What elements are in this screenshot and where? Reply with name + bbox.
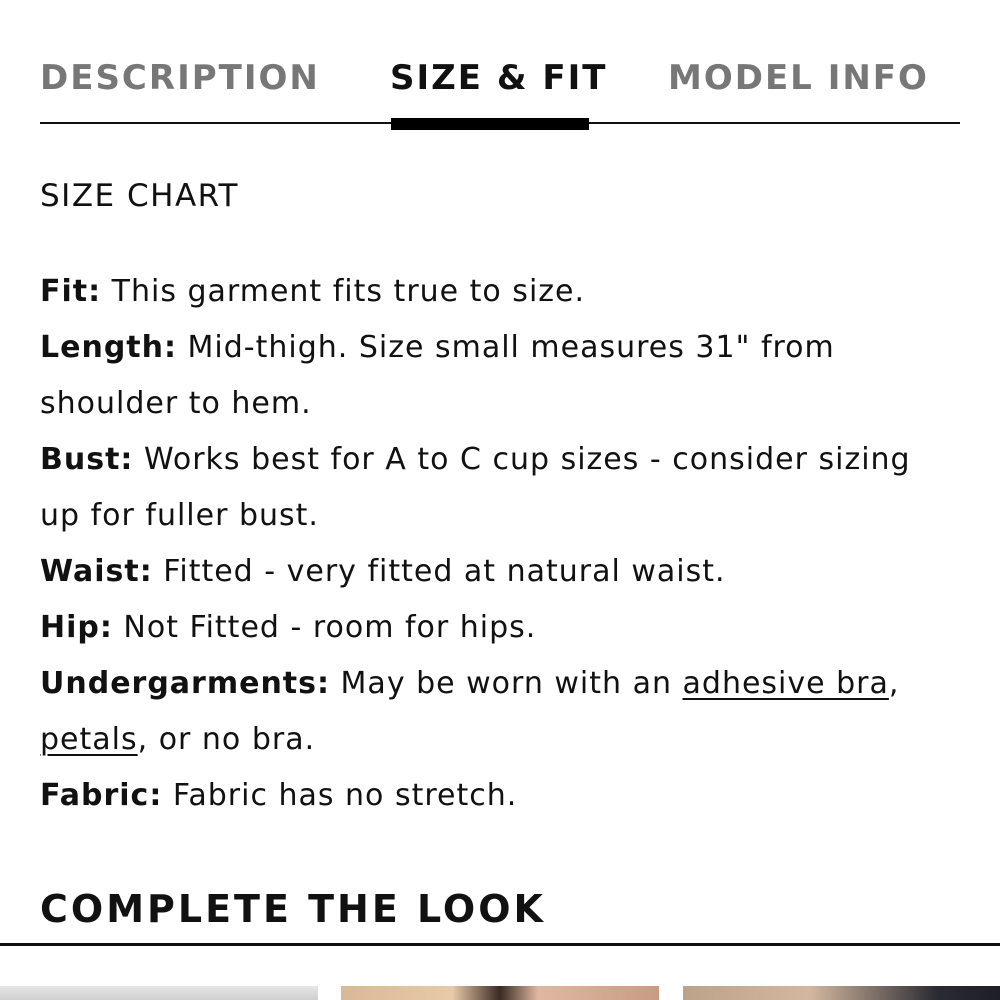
fabric-row: Fabric: Fabric has no stretch. <box>40 768 920 824</box>
undergarments-label: Undergarments: <box>40 666 331 701</box>
hip-label: Hip: <box>40 610 113 645</box>
product-thumbnail[interactable] <box>341 986 659 1000</box>
product-thumbnail[interactable] <box>0 986 318 1000</box>
bust-label: Bust: <box>40 442 134 477</box>
hip-row: Hip: Not Fitted - room for hips. <box>40 600 920 656</box>
active-tab-indicator <box>391 118 589 130</box>
tab-model-info[interactable]: MODEL INFO <box>668 58 929 98</box>
undergarments-separator: , <box>888 666 900 701</box>
length-row: Length: Mid-thigh. Size small measures 3… <box>40 320 920 432</box>
adhesive-bra-link[interactable]: adhesive bra <box>683 666 889 701</box>
length-label: Length: <box>40 330 177 365</box>
waist-text: Fitted - very fitted at natural waist. <box>152 554 726 589</box>
size-chart-heading: SIZE CHART <box>40 178 239 214</box>
petals-link[interactable]: petals <box>40 722 138 757</box>
section-divider <box>0 943 1000 946</box>
fit-text: This garment fits true to size. <box>101 274 586 309</box>
hip-text: Not Fitted - room for hips. <box>112 610 537 645</box>
waist-label: Waist: <box>40 554 153 589</box>
tab-description[interactable]: DESCRIPTION <box>40 58 320 98</box>
fit-label: Fit: <box>40 274 102 309</box>
waist-row: Waist: Fitted - very fitted at natural w… <box>40 544 920 600</box>
bust-row: Bust: Works best for A to C cup sizes - … <box>40 432 920 544</box>
tab-size-and-fit[interactable]: SIZE & FIT <box>390 58 607 98</box>
undergarments-text: May be worn with an <box>330 666 683 701</box>
fit-details: Fit: This garment fits true to size. Len… <box>40 264 920 824</box>
tab-bar: DESCRIPTION SIZE & FIT MODEL INFO <box>40 0 960 125</box>
bust-text: Works best for A to C cup sizes - consid… <box>40 442 911 533</box>
fit-row: Fit: This garment fits true to size. <box>40 264 920 320</box>
complete-the-look-heading: COMPLETE THE LOOK <box>40 887 546 931</box>
undergarments-row: Undergarments: May be worn with an adhes… <box>40 656 920 768</box>
product-thumbnail[interactable] <box>683 986 1000 1000</box>
fabric-label: Fabric: <box>40 778 163 813</box>
undergarments-text-end: , or no bra. <box>137 722 316 757</box>
fabric-text: Fabric has no stretch. <box>162 778 518 813</box>
